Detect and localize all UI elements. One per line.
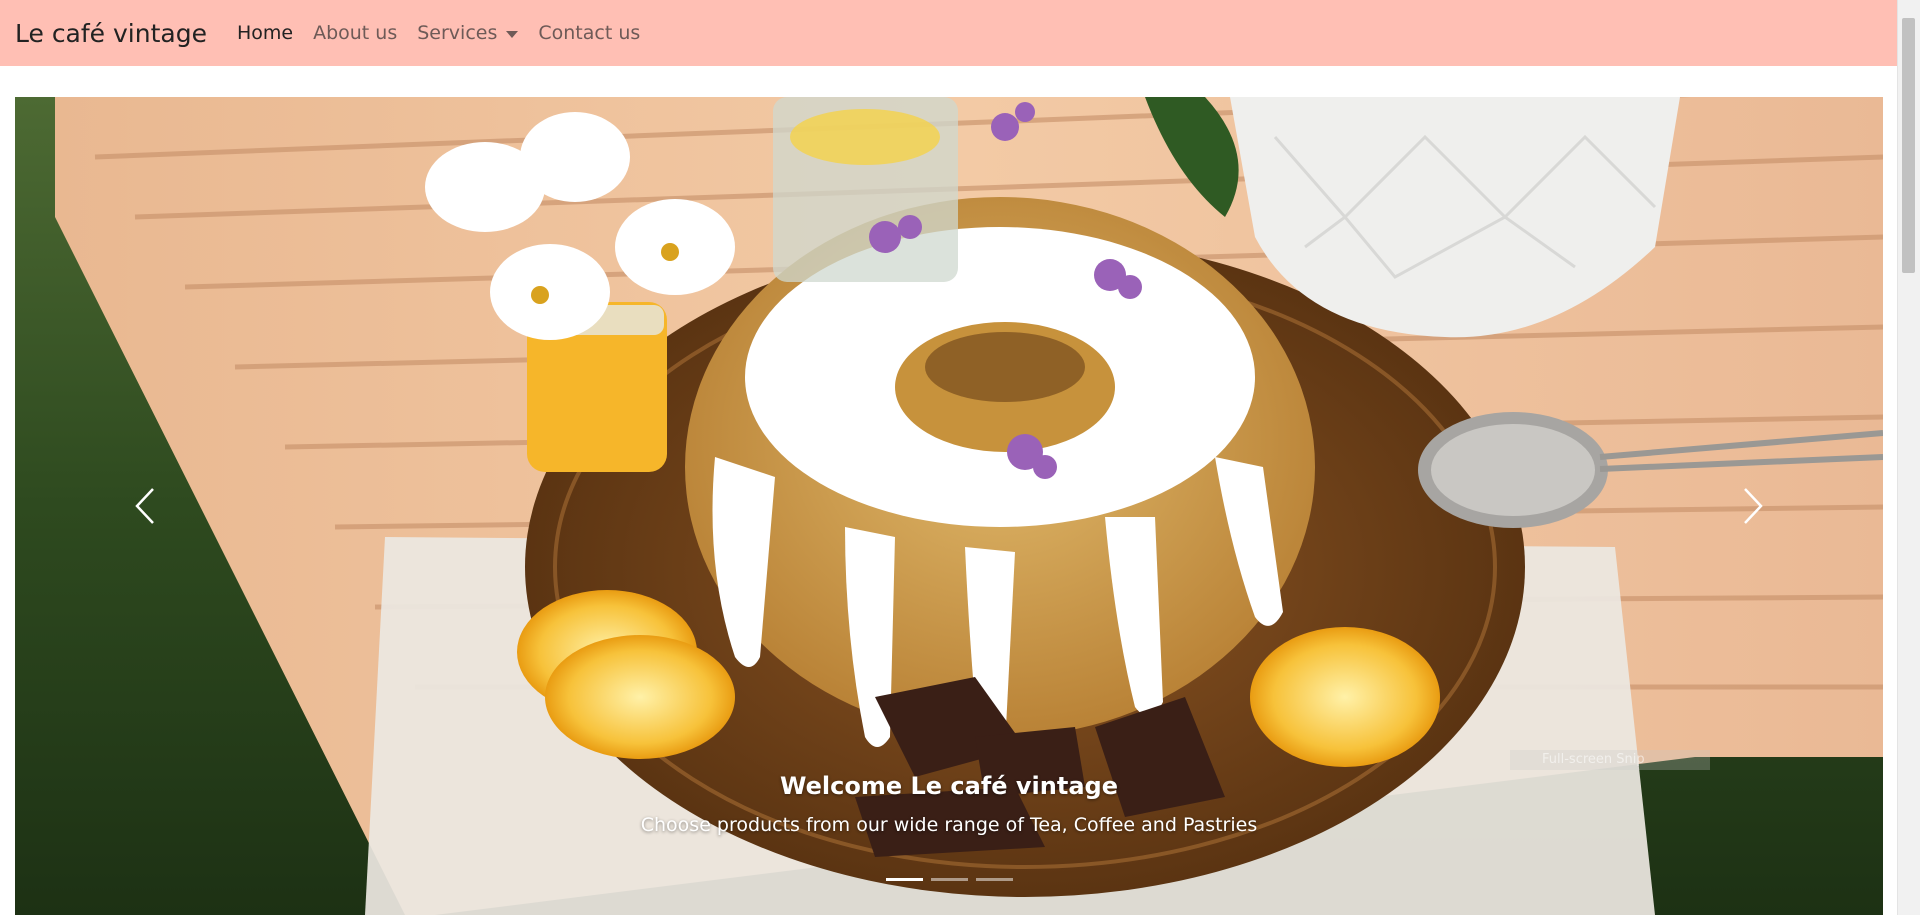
caption-text: Choose products from our wide range of T… [640, 814, 1258, 836]
caption-title: Welcome Le café vintage [780, 772, 1118, 800]
hero-carousel: Full-screen Snip Welcome Le café vintage… [15, 97, 1883, 915]
chevron-right-icon [1744, 488, 1763, 524]
carousel-indicator-1[interactable] [885, 878, 923, 881]
carousel-indicator-2[interactable] [930, 878, 968, 881]
nav-link-services-label: Services [417, 22, 498, 44]
carousel-caption: Welcome Le café vintage Choose products … [15, 772, 1883, 836]
nav-link-home[interactable]: Home [237, 22, 293, 44]
chevron-left-icon [135, 488, 154, 524]
nav-link-about-us[interactable]: About us [313, 22, 397, 44]
full-screen-snip-overlay: Full-screen Snip [1510, 750, 1710, 770]
navbar-brand[interactable]: Le café vintage [15, 19, 207, 48]
scrollbar-thumb[interactable] [1902, 18, 1915, 273]
caret-down-icon [506, 30, 519, 38]
nav-dropdown-services[interactable]: Services [417, 22, 519, 44]
navbar: Le café vintage Home About us Services C… [0, 0, 1898, 66]
carousel-indicator-3[interactable] [975, 878, 1013, 881]
nav-link-contact-us[interactable]: Contact us [538, 22, 640, 44]
carousel-indicators [15, 878, 1883, 881]
page-scrollbar[interactable] [1897, 0, 1920, 915]
